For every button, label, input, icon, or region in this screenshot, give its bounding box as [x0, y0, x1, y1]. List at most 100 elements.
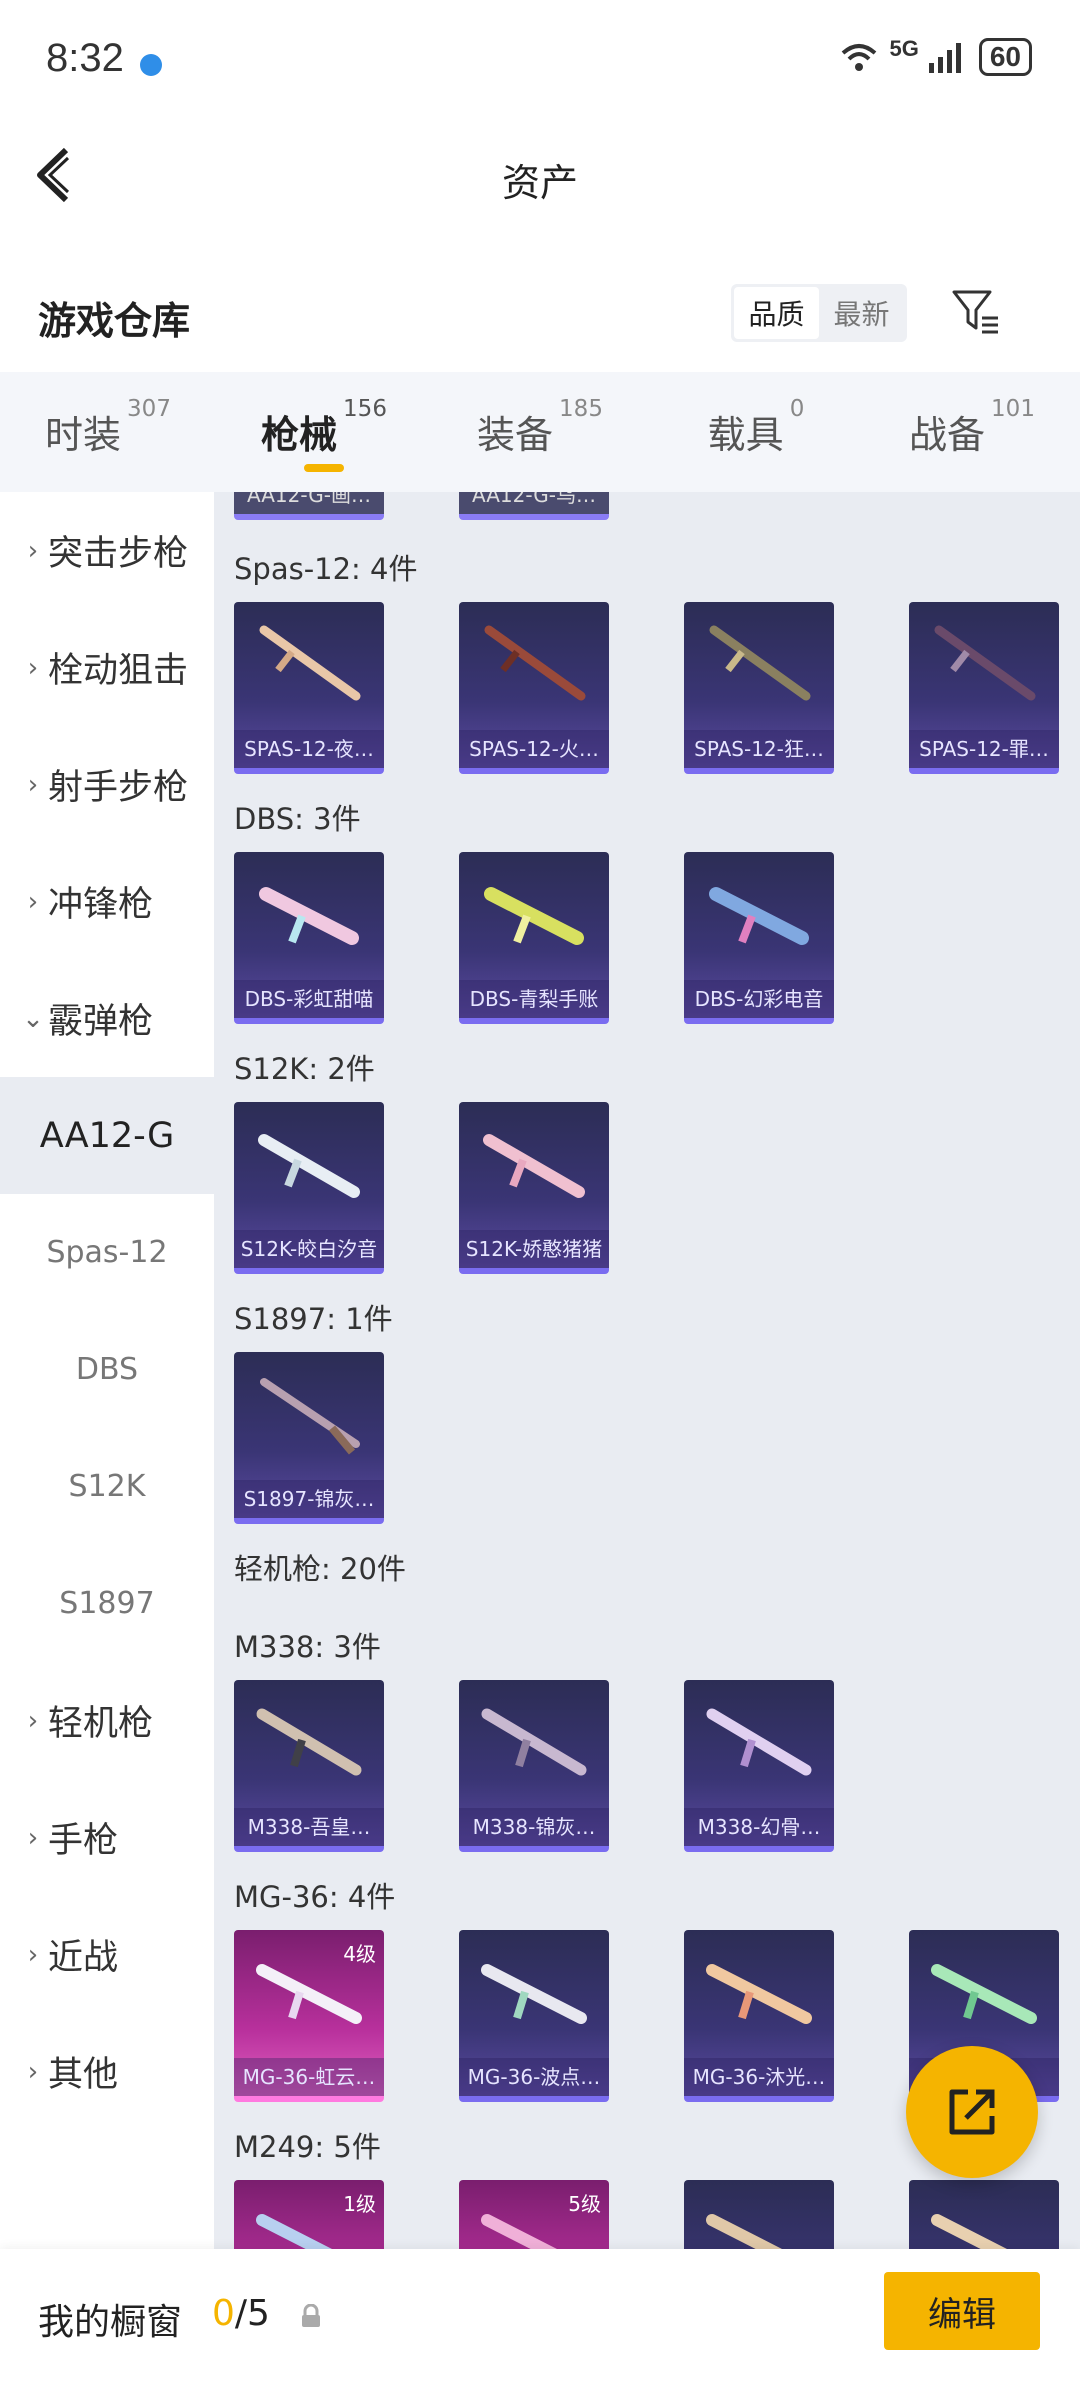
tab-label: 装备 — [477, 413, 554, 457]
item-card[interactable]: SPAS-12-罪… — [909, 602, 1059, 774]
battery-icon: 60 — [978, 38, 1032, 76]
share-icon — [949, 2089, 995, 2135]
status-time: 8:32 — [46, 36, 124, 80]
chevron-right-icon: › — [27, 1822, 39, 1853]
shotgun-icon — [934, 625, 1036, 701]
item-card[interactable]: M338-幻骨… — [684, 1680, 834, 1852]
tab-fashion[interactable]: 时装 307 — [0, 372, 216, 492]
item-card[interactable]: S12K-皎白汐音 — [234, 1102, 384, 1274]
sidebar-item-pistol[interactable]: › 手枪 — [0, 1779, 214, 1896]
item-card[interactable]: DBS-青梨手账 — [459, 852, 609, 1024]
sidebar-sub-spas12[interactable]: Spas-12 — [0, 1194, 214, 1311]
sidebar-item-bolt-sniper[interactable]: › 栓动狙击 — [0, 609, 214, 726]
category-sidebar: › 突击步枪 › 栓动狙击 › 射手步枪 › 冲锋枪 ⌄ 霰弹枪 AA12-G Spas-… — [0, 492, 214, 2249]
item-card[interactable]: 5级 — [459, 2180, 609, 2249]
machine-gun-icon — [256, 1708, 362, 1776]
item-card[interactable]: S12K-娇憨猪猪 — [459, 1102, 609, 1274]
chevron-right-icon: › — [27, 1939, 39, 1970]
item-card[interactable] — [684, 2180, 834, 2249]
sidebar-sub-s1897[interactable]: S1897 — [0, 1545, 214, 1662]
group-label: S1897: 1件 — [234, 1302, 393, 1336]
item-name: MG-36-虹云… — [234, 2058, 384, 2096]
sidebar-sub-dbs[interactable]: DBS — [0, 1311, 214, 1428]
item-name: M338-幻骨… — [684, 1808, 834, 1846]
tab-vehicles[interactable]: 载具 0 — [648, 372, 864, 492]
item-card[interactable]: SPAS-12-火… — [459, 602, 609, 774]
chevron-right-icon: › — [27, 652, 39, 683]
sidebar-item-melee[interactable]: › 近战 — [0, 1896, 214, 2013]
network-label: 5G — [889, 36, 919, 61]
filter-icon[interactable] — [950, 286, 1002, 338]
sidebar-sub-aa12g[interactable]: AA12-G — [0, 1077, 214, 1194]
item-name: SPAS-12-罪… — [909, 730, 1059, 768]
item-card[interactable]: M338-吾皇… — [234, 1680, 384, 1852]
tab-guns[interactable]: 枪械 156 — [216, 372, 432, 492]
group-label: Spas-12: 4件 — [234, 552, 418, 586]
sort-newest-button[interactable]: 最新 — [819, 287, 904, 339]
shotgun-icon — [709, 887, 809, 945]
sidebar-item-label: 突击步枪 — [48, 534, 189, 574]
chevron-right-icon: › — [27, 1705, 39, 1736]
machine-gun-icon — [706, 1708, 812, 1776]
item-card[interactable]: MG-36-波点… — [459, 1930, 609, 2102]
wifi-icon — [842, 44, 877, 71]
sidebar-item-smg[interactable]: › 冲锋枪 — [0, 843, 214, 960]
shotgun-icon — [259, 625, 361, 701]
item-card[interactable]: DBS-彩虹甜喵 — [234, 852, 384, 1024]
group-label: S12K: 2件 — [234, 1052, 375, 1086]
item-card[interactable]: SPAS-12-狂… — [684, 602, 834, 774]
item-name: S12K-娇憨猪猪 — [459, 1230, 609, 1268]
signal-icon — [928, 43, 961, 73]
status-icons: 5G 60 — [839, 36, 1032, 76]
item-card[interactable]: S1897-锦灰… — [234, 1352, 384, 1524]
showcase-current: 0 — [212, 2293, 235, 2334]
machine-gun-icon — [481, 1964, 587, 2024]
item-card[interactable]: AA12-G-乌… — [459, 492, 609, 520]
item-card[interactable]: MG-36-沐光… — [684, 1930, 834, 2102]
lock-icon — [302, 2304, 320, 2327]
machine-gun-icon — [256, 1964, 362, 2024]
machine-gun-icon — [931, 1964, 1037, 2024]
sidebar-item-label: 冲锋枪 — [48, 885, 154, 925]
item-name: AA12-G-乌… — [471, 492, 597, 507]
battery-level: 60 — [989, 41, 1021, 72]
item-name: MG-36-沐光… — [684, 2058, 834, 2096]
sidebar-item-label: 霰弹枪 — [48, 1002, 154, 1042]
category-tabs: 时装 307 枪械 156 装备 185 载具 0 战备 101 — [0, 372, 1080, 492]
item-card[interactable]: 1级 — [234, 2180, 384, 2249]
sidebar-item-marksman[interactable]: › 射手步枪 — [0, 726, 214, 843]
item-card[interactable]: SPAS-12-夜… — [234, 602, 384, 774]
machine-gun-icon — [706, 1964, 812, 2024]
sort-quality-button[interactable]: 品质 — [734, 287, 819, 339]
share-fab-button[interactable] — [906, 2046, 1038, 2178]
group-label: 轻机枪: 20件 — [234, 1552, 406, 1586]
sidebar-item-lmg[interactable]: › 轻机枪 — [0, 1662, 214, 1779]
active-tab-indicator — [304, 464, 344, 472]
sidebar-item-shotgun[interactable]: ⌄ 霰弹枪 — [0, 960, 214, 1077]
item-name: DBS-青梨手账 — [459, 980, 609, 1018]
showcase-count: 0/5 — [212, 2293, 270, 2334]
item-name: SPAS-12-火… — [459, 730, 609, 768]
sidebar-item-other[interactable]: › 其他 — [0, 2013, 214, 2130]
tab-supplies[interactable]: 战备 101 — [864, 372, 1080, 492]
item-card[interactable]: 4级 MG-36-虹云… — [234, 1930, 384, 2102]
machine-gun-icon — [706, 2214, 782, 2249]
shotgun-icon — [484, 625, 586, 701]
sidebar-item-label: 轻机枪 — [48, 1704, 154, 1744]
item-card[interactable]: DBS-幻彩电音 — [684, 852, 834, 1024]
shotgun-icon — [709, 625, 811, 701]
sidebar-item-label: 手枪 — [48, 1821, 119, 1861]
group-label: MG-36: 4件 — [234, 1880, 396, 1914]
item-card[interactable] — [909, 2180, 1059, 2249]
item-card[interactable]: AA12-G-画… — [234, 492, 384, 520]
item-card[interactable]: M338-锦灰… — [459, 1680, 609, 1852]
tab-equipment[interactable]: 装备 185 — [432, 372, 648, 492]
sidebar-item-label: 射手步枪 — [48, 768, 189, 808]
tab-label: 载具 — [707, 413, 784, 457]
sidebar-item-assault-rifle[interactable]: › 突击步枪 — [0, 492, 214, 609]
edit-button[interactable]: 编辑 — [884, 2272, 1040, 2350]
tab-label: 时装 — [45, 413, 122, 457]
tab-count: 156 — [343, 396, 387, 422]
sidebar-sub-s12k[interactable]: S12K — [0, 1428, 214, 1545]
showcase-total: /5 — [234, 2293, 270, 2334]
